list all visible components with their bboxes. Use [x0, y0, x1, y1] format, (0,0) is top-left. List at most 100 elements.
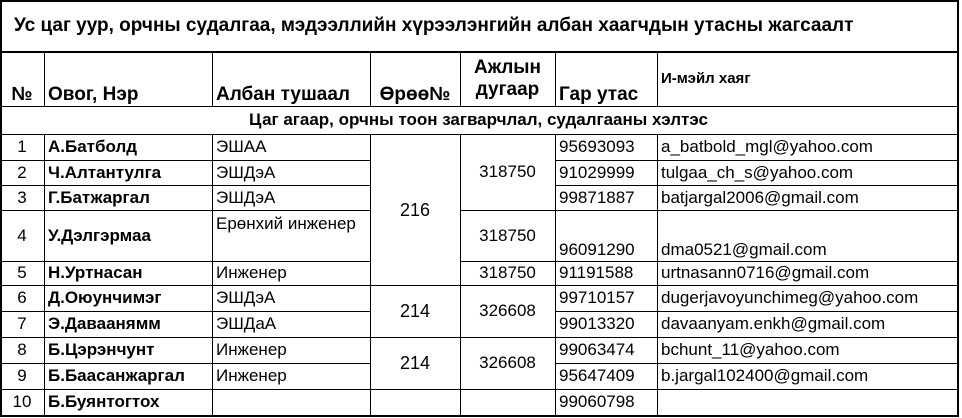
- row-email: b.jargal102400@gmail.com: [661, 366, 869, 385]
- row-name: Д.Оюунчимэг: [48, 288, 162, 307]
- row-email: dugerjavoyunchimeg@yahoo.com: [661, 288, 919, 307]
- row-name: Э.Даваанямм: [48, 314, 161, 333]
- grid-line: [460, 210, 555, 211]
- header-work-phone: Ажлын дугаар: [474, 57, 541, 100]
- row-position: Инженер: [216, 263, 287, 282]
- work-phone-cell: 318750: [479, 263, 536, 282]
- grid-line: [555, 210, 957, 211]
- row-position: ЭШДэА: [216, 187, 276, 207]
- work-phone-cell: 318750: [479, 162, 536, 181]
- grid-line: [0, 185, 370, 186]
- grid-line: [0, 285, 957, 286]
- row-num: 5: [17, 263, 27, 282]
- row-name: Б.Цэрэнчунт: [48, 340, 155, 359]
- row-mobile: 99871887: [559, 187, 635, 207]
- work-phone-cell: 318750: [479, 225, 536, 245]
- grid-line: [212, 52, 213, 106]
- row-num: 3: [17, 187, 27, 207]
- row-mobile: 91191588: [559, 263, 634, 282]
- row-position: ЭШАА: [216, 137, 267, 156]
- grid-line: [657, 52, 658, 106]
- grid-line: [555, 363, 957, 364]
- row-name: Г.Батжаргал: [48, 187, 150, 207]
- row-mobile: 96091290: [559, 240, 635, 259]
- row-position: Инженер: [216, 340, 287, 359]
- row-num: 7: [17, 314, 27, 333]
- room-cell: 216: [399, 199, 431, 220]
- grid-line: [460, 261, 555, 262]
- row-name: Ч.Алтантулга: [48, 162, 162, 182]
- header-position: Албан тушаал: [216, 84, 350, 105]
- grid-line: [0, 106, 957, 107]
- grid-line: [0, 0, 959, 2]
- sheet-title: Ус цаг уур, орчны судалгаа, мэдээллийн х…: [14, 15, 854, 36]
- grid-line: [957, 0, 959, 417]
- row-num: 6: [17, 288, 27, 307]
- row-mobile: 95647409: [559, 366, 635, 385]
- row-email: [657, 389, 957, 414]
- grid-line: [0, 134, 957, 135]
- grid-line: [0, 415, 959, 417]
- row-name: А.Батболд: [48, 137, 138, 156]
- row-name: Н.Уртнасан: [48, 263, 143, 282]
- row-position: Инженер: [216, 366, 287, 385]
- row-num: 8: [17, 340, 27, 359]
- work-phone-cell: 326608: [479, 353, 536, 372]
- grid-line: [0, 389, 957, 390]
- grid-line: [555, 185, 957, 186]
- header-name: Овог, Нэр: [48, 84, 139, 105]
- row-num: 10: [12, 391, 32, 411]
- row-position: [212, 389, 370, 414]
- row-mobile: 91029999: [559, 162, 635, 182]
- grid-line: [555, 311, 957, 312]
- row-email: urtnasann0716@gmail.com: [661, 263, 870, 282]
- spreadsheet-table: Ус цаг уур, орчны судалгаа, мэдээллийн х…: [0, 0, 962, 418]
- row-email: bchunt_11@yahoo.com: [661, 340, 840, 359]
- section-title: Цаг агаар, орчны тоон загварчлал, судалг…: [249, 110, 708, 129]
- grid-line: [370, 52, 371, 106]
- grid-line: [0, 261, 370, 262]
- row-position: Ерөнхий инженер: [216, 214, 356, 233]
- row-mobile: 99013320: [559, 314, 635, 333]
- room-cell: 214: [399, 353, 431, 373]
- row-email: davaanyam.enkh@gmail.com: [661, 314, 886, 333]
- grid-line: [370, 134, 371, 415]
- row-name: Б.Баасанжаргал: [48, 366, 185, 385]
- row-mobile: 95693093: [559, 137, 635, 156]
- grid-line: [555, 134, 556, 415]
- grid-line: [0, 210, 370, 211]
- row-num: 1: [17, 137, 27, 156]
- grid-line: [0, 363, 370, 364]
- grid-line: [0, 51, 959, 53]
- header-room: Өрөө№: [379, 84, 451, 105]
- row-num: 4: [17, 225, 27, 245]
- row-mobile: 99063474: [559, 340, 635, 359]
- row-num: 9: [17, 366, 27, 385]
- grid-line: [555, 160, 957, 161]
- row-name: Б.Буянтогтох: [48, 391, 160, 411]
- row-position: ЭШДэА: [216, 288, 276, 307]
- grid-line: [460, 134, 461, 415]
- row-num: 2: [17, 162, 27, 182]
- grid-line: [0, 160, 370, 161]
- row-mobile: 99060798: [559, 391, 635, 411]
- row-email: batjargal2006@gmail.com: [661, 187, 859, 207]
- room-cell: 214: [399, 301, 431, 321]
- grid-line: [555, 261, 957, 262]
- row-email: a_batbold_mgl@yahoo.com: [661, 137, 873, 156]
- row-email: tulgaa_ch_s@yahoo.com: [661, 162, 854, 182]
- header-mobile: Гар утас: [559, 84, 639, 105]
- grid-line: [212, 134, 213, 415]
- header-num: №: [11, 84, 33, 105]
- grid-line: [0, 0, 2, 417]
- grid-line: [44, 52, 45, 106]
- grid-line: [657, 134, 658, 415]
- grid-line: [0, 337, 957, 338]
- grid-line: [460, 52, 461, 106]
- row-name: У.Дэлгэрмаа: [48, 225, 151, 245]
- row-mobile: 99710157: [559, 288, 635, 307]
- row-position: ЭШДэА: [216, 162, 276, 182]
- row-position: ЭШДаА: [216, 314, 277, 333]
- grid-line: [0, 311, 370, 312]
- header-email: И-мэйл хаяг: [661, 70, 751, 87]
